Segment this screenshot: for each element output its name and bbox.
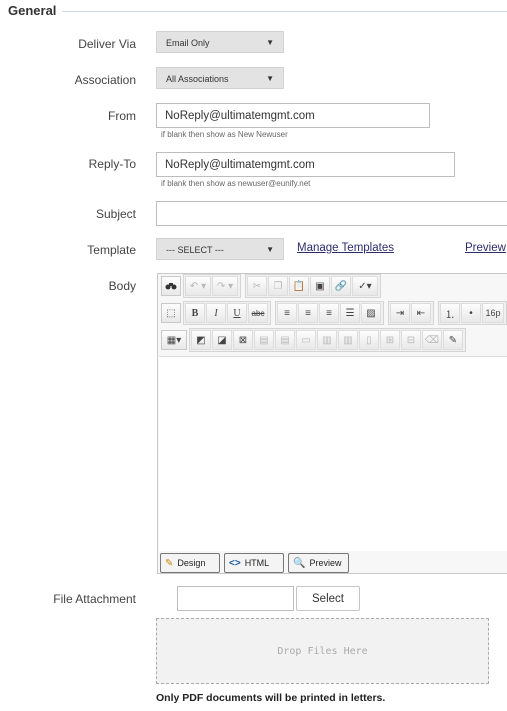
html-mode-tab[interactable]: <> HTML xyxy=(224,553,284,573)
rich-text-editor: ↶ ▾ ↷ ▾ ✂ ❐ 📋 ▣ 🔗 ✓▾ ⬚ B I U abc ≡ ≡ ≡ ☰… xyxy=(157,273,507,574)
outdent-icon[interactable]: ⇤ xyxy=(411,303,431,323)
underline-icon[interactable]: U xyxy=(227,303,247,323)
html-mode-label: HTML xyxy=(244,558,270,568)
remove-format-icon[interactable]: ⌫ xyxy=(422,330,442,350)
delete-column-icon[interactable]: ▯ xyxy=(359,330,379,350)
code-icon: <> xyxy=(229,557,241,569)
pencil-icon: ✎ xyxy=(165,557,174,569)
from-hint: if blank then show as New Newuser xyxy=(161,130,288,139)
delete-table-icon[interactable]: ⊠ xyxy=(233,330,253,350)
manage-templates-link[interactable]: Manage Templates xyxy=(297,242,394,254)
association-value: All Associations xyxy=(166,74,229,84)
association-label: Association xyxy=(74,73,136,87)
bulleted-list-icon[interactable]: • xyxy=(461,303,481,323)
insert-link-icon[interactable]: 🔗 xyxy=(331,276,351,296)
spellcheck-icon[interactable]: ✓▾ xyxy=(352,276,378,296)
section-title: General xyxy=(8,3,57,18)
deliver-via-label: Deliver Via xyxy=(78,37,136,51)
deliver-via-value: Email Only xyxy=(166,38,210,48)
reply-to-label: Reply-To xyxy=(88,157,136,171)
table-properties-icon[interactable]: ◩ xyxy=(191,330,211,350)
design-mode-tab[interactable]: ✎ Design xyxy=(160,553,220,573)
insert-row-above-icon[interactable]: ▤ xyxy=(254,330,274,350)
subject-input[interactable] xyxy=(156,201,507,226)
preview-mode-label: Preview xyxy=(309,558,342,568)
pdf-note: Only PDF documents will be printed in le… xyxy=(156,692,386,704)
chevron-down-icon: ▼ xyxy=(266,38,274,47)
strikethrough-icon[interactable]: abc xyxy=(248,303,268,323)
insert-column-right-icon[interactable]: ▥ xyxy=(338,330,358,350)
insert-row-below-icon[interactable]: ▤ xyxy=(275,330,295,350)
paste-icon[interactable]: 📋 xyxy=(289,276,309,296)
preview-mode-tab[interactable]: 🔍 Preview xyxy=(288,553,349,573)
from-label: From xyxy=(108,109,136,123)
subject-label: Subject xyxy=(95,207,136,221)
table-icon[interactable]: ▦▾ xyxy=(161,330,187,350)
find-icon[interactable] xyxy=(161,276,181,296)
template-select[interactable]: --- SELECT --- ▼ xyxy=(156,238,284,260)
copy-icon[interactable]: ❐ xyxy=(268,276,288,296)
preview-link[interactable]: Preview xyxy=(465,242,506,254)
chevron-down-icon: ▼ xyxy=(266,74,274,83)
no-align-icon[interactable]: ▨ xyxy=(361,303,381,323)
template-value: --- SELECT --- xyxy=(166,245,224,255)
redo-icon[interactable]: ↷ ▾ xyxy=(212,276,238,296)
bold-icon[interactable]: B xyxy=(185,303,205,323)
select-all-icon[interactable]: ⬚ xyxy=(161,303,181,323)
file-attachment-label: File Attachment xyxy=(53,592,136,606)
chevron-down-icon: ▼ xyxy=(266,245,274,254)
cut-icon[interactable]: ✂ xyxy=(247,276,267,296)
association-select[interactable]: All Associations ▼ xyxy=(156,67,284,89)
italic-icon[interactable]: I xyxy=(206,303,226,323)
file-attachment-input[interactable] xyxy=(177,586,294,611)
body-label: Body xyxy=(108,279,136,293)
align-center-icon[interactable]: ≡ xyxy=(298,303,318,323)
magnifier-icon: 🔍 xyxy=(293,557,306,569)
template-label: Template xyxy=(87,243,136,257)
numbered-list-icon[interactable]: ⒈ xyxy=(440,303,460,323)
font-size-select[interactable]: 16p xyxy=(482,303,504,323)
split-cells-icon[interactable]: ⊟ xyxy=(401,330,421,350)
reply-to-hint: if blank then show as newuser@eunify.net xyxy=(161,179,311,188)
justify-icon[interactable]: ☰ xyxy=(340,303,360,323)
undo-icon[interactable]: ↶ ▾ xyxy=(185,276,211,296)
cell-properties-icon[interactable]: ◪ xyxy=(212,330,232,350)
insert-column-left-icon[interactable]: ▥ xyxy=(317,330,337,350)
indent-icon[interactable]: ⇥ xyxy=(390,303,410,323)
design-mode-label: Design xyxy=(177,558,206,568)
from-input[interactable]: NoReply@ultimatemgmt.com xyxy=(156,103,430,128)
select-file-button[interactable]: Select xyxy=(296,586,360,611)
insert-image-icon[interactable]: ▣ xyxy=(310,276,330,296)
align-left-icon[interactable]: ≡ xyxy=(277,303,297,323)
file-dropzone[interactable]: Drop Files Here xyxy=(156,618,489,684)
reply-to-input[interactable]: NoReply@ultimatemgmt.com xyxy=(156,152,455,177)
align-right-icon[interactable]: ≡ xyxy=(319,303,339,323)
editor-content-area[interactable] xyxy=(159,356,507,551)
merge-cells-icon[interactable]: ⊞ xyxy=(380,330,400,350)
edit-form-icon[interactable]: ✎ xyxy=(443,330,463,350)
deliver-via-select[interactable]: Email Only ▼ xyxy=(156,31,284,53)
delete-row-icon[interactable]: ▭ xyxy=(296,330,316,350)
section-divider xyxy=(62,11,507,12)
